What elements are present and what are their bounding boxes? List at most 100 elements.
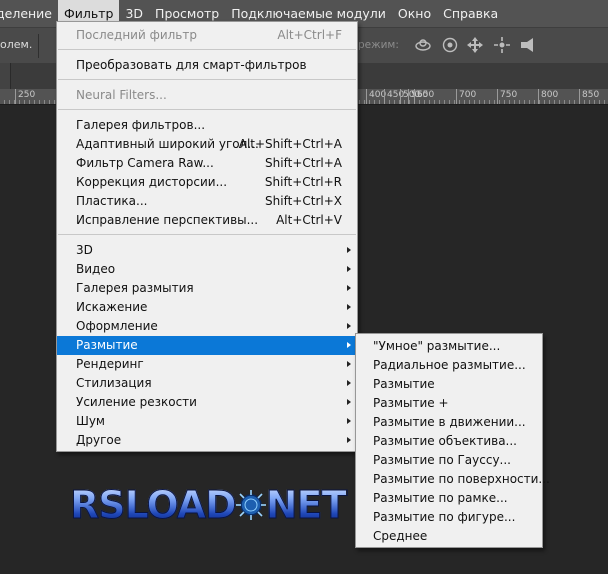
menu-item-noise[interactable]: Шум (57, 412, 357, 431)
ruler-tick (538, 89, 539, 104)
menu-item-camera-raw[interactable]: Фильтр Camera Raw... Shift+Ctrl+A (57, 154, 357, 173)
menu-item-blur[interactable]: Размытие (57, 336, 357, 355)
menu-item-render[interactable]: Рендеринг (57, 355, 357, 374)
menu-help[interactable]: Справка (437, 0, 504, 27)
menu-item-label: Размытие (76, 338, 138, 352)
submenu-item-blur-more[interactable]: Размытие + (356, 394, 542, 413)
menu-item-label: Искажение (76, 300, 148, 314)
menu-window[interactable]: Окно (392, 0, 437, 27)
menu-item-other[interactable]: Другое (57, 431, 357, 450)
submenu-arrow-icon (347, 285, 351, 291)
menu-item-stylize[interactable]: Стилизация (57, 374, 357, 393)
submenu-item-motion-blur[interactable]: Размытие в движении... (356, 413, 542, 432)
submenu-arrow-icon (347, 247, 351, 253)
menu-item-label: Галерея размытия (76, 281, 194, 295)
menu-item-label: Последний фильтр (76, 28, 197, 42)
submenu-item-blur[interactable]: Размытие (356, 375, 542, 394)
submenu-arrow-icon (347, 323, 351, 329)
menu-item-blur-gallery[interactable]: Галерея размытия (57, 279, 357, 298)
watermark-text-left: RSLOAD (70, 483, 238, 528)
ruler-tick (408, 89, 409, 104)
menu-separator (58, 234, 356, 235)
submenu-arrow-icon (347, 418, 351, 424)
submenu-arrow-icon (347, 437, 351, 443)
submenu-item-smart-blur[interactable]: "Умное" размытие... (356, 337, 542, 356)
submenu-item-lens-blur[interactable]: Размытие объектива... (356, 432, 542, 451)
menu-item-last-filter: Последний фильтр Alt+Ctrl+F (57, 26, 357, 45)
menu-item-vanishing-point[interactable]: Исправление перспективы... Alt+Ctrl+V (57, 211, 357, 230)
menu-item-label: Размытие (373, 377, 435, 391)
menu-item-label: "Умное" размытие... (373, 339, 501, 353)
menu-item-adaptive-wide-angle[interactable]: Адаптивный широкий угол... Alt+Shift+Ctr… (57, 135, 357, 154)
slide-icon[interactable] (492, 36, 512, 56)
submenu-arrow-icon (347, 380, 351, 386)
orbit-icon[interactable] (413, 36, 433, 56)
menu-item-label: Размытие в движении... (373, 415, 526, 429)
options-mode-label: режим: (358, 39, 399, 51)
submenu-item-surface-blur[interactable]: Размытие по поверхности... (356, 470, 550, 489)
menu-item-label: Размытие по фигуре... (373, 510, 516, 524)
menu-item-label: Фильтр Camera Raw... (76, 156, 214, 170)
ruler-tick (579, 89, 580, 104)
submenu-arrow-icon (347, 342, 351, 348)
menu-item-label: Преобразовать для смарт-фильтров (76, 58, 307, 72)
ruler-tick (497, 89, 498, 104)
submenu-arrow-icon (347, 361, 351, 367)
submenu-item-gaussian-blur[interactable]: Размытие по Гауссу... (356, 451, 542, 470)
ruler-label: 850 (582, 90, 600, 100)
submenu-item-shape-blur[interactable]: Размытие по фигуре... (356, 508, 542, 527)
pan-icon[interactable] (465, 36, 485, 56)
menu-item-distort[interactable]: Искажение (57, 298, 357, 317)
scale-icon[interactable] (518, 36, 538, 56)
menu-item-neural-filters: Neural Filters... (57, 86, 357, 105)
watermark-text-right: NET (265, 483, 348, 528)
menu-item-liquify[interactable]: Пластика... Shift+Ctrl+X (57, 192, 357, 211)
ruler-label: 700 (459, 90, 477, 100)
menu-item-label: Шум (76, 414, 105, 428)
menu-item-label: Рендеринг (76, 357, 144, 371)
menu-separator (58, 109, 356, 110)
submenu-item-box-blur[interactable]: Размытие по рамке... (356, 489, 542, 508)
submenu-arrow-icon (347, 266, 351, 272)
menu-item-shortcut: Alt+Ctrl+V (276, 213, 342, 227)
menu-item-sharpen[interactable]: Усиление резкости (57, 393, 357, 412)
menu-item-label: Другое (76, 433, 122, 447)
menu-item-label: Галерея фильтров... (76, 118, 206, 132)
submenu-arrow-icon (347, 304, 351, 310)
rsload-watermark: RSLOAD NET (70, 482, 348, 528)
document-tab[interactable] (0, 63, 11, 89)
menu-item-label: Среднее (373, 529, 428, 543)
menu-item-label: 3D (76, 243, 93, 257)
menu-item-shortcut: Alt+Shift+Ctrl+A (238, 137, 342, 151)
menu-item-label: Усиление резкости (76, 395, 197, 409)
menu-separator (58, 79, 356, 80)
menu-item-label: Neural Filters... (76, 88, 167, 102)
submenu-item-average[interactable]: Среднее (356, 527, 542, 546)
filter-menu: Последний фильтр Alt+Ctrl+F Преобразоват… (56, 21, 358, 452)
menu-separator (58, 49, 356, 50)
options-left-label: олем. (0, 38, 33, 51)
menu-item-shortcut: Alt+Ctrl+F (277, 28, 342, 42)
menu-item-label: Размытие + (373, 396, 449, 410)
ruler-label: 250 (18, 90, 36, 100)
menu-item-filter-gallery[interactable]: Галерея фильтров... (57, 116, 357, 135)
submenu-arrow-icon (347, 399, 351, 405)
ruler-label: 800 (541, 90, 559, 100)
menu-item-shortcut: Shift+Ctrl+X (265, 194, 342, 208)
menu-item-label: Размытие объектива... (373, 434, 517, 448)
menu-item-label: Адаптивный широкий угол... (76, 137, 259, 151)
menu-item-video[interactable]: Видео (57, 260, 357, 279)
ruler-tick (366, 89, 367, 104)
menu-item-convert-smart-filters[interactable]: Преобразовать для смарт-фильтров (57, 56, 357, 75)
ruler-label: 650 (417, 90, 435, 100)
ruler-tick (15, 89, 16, 104)
options-separator (38, 34, 39, 58)
menu-item-label: Исправление перспективы... (76, 213, 259, 227)
menu-item-3d[interactable]: 3D (57, 241, 357, 260)
menu-item-pixelate[interactable]: Оформление (57, 317, 357, 336)
menu-item-lens-correction[interactable]: Коррекция дисторсии... Shift+Ctrl+R (57, 173, 357, 192)
menu-item-shortcut: Shift+Ctrl+A (265, 156, 342, 170)
menu-select[interactable]: деление (0, 0, 58, 27)
submenu-item-radial-blur[interactable]: Радиальное размытие... (356, 356, 542, 375)
roll-icon[interactable] (440, 36, 460, 56)
